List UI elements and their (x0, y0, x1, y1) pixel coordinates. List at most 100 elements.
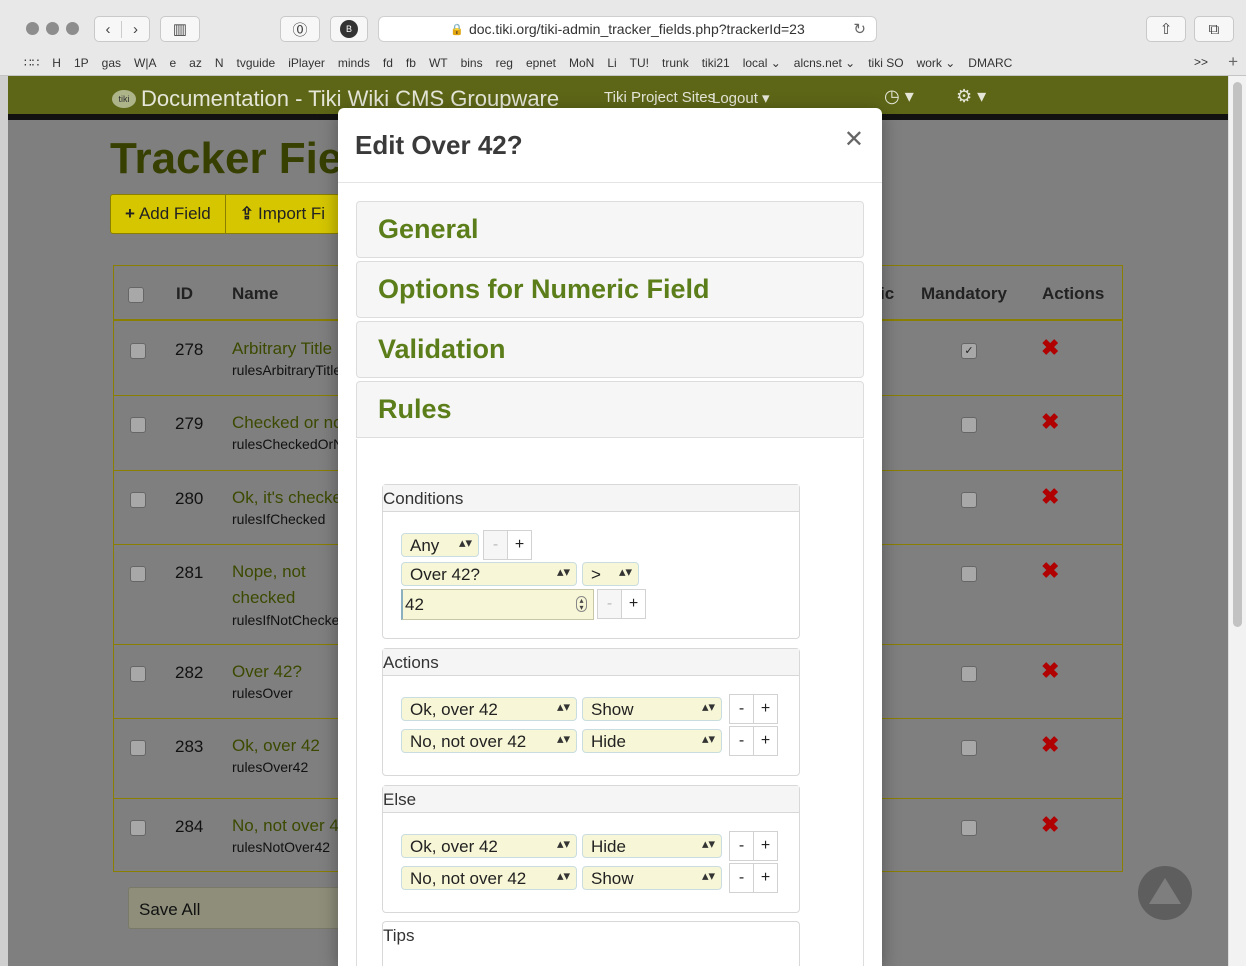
close-window-button[interactable] (26, 22, 39, 35)
delete-icon[interactable]: ✖ (1041, 335, 1059, 361)
action-remove-button[interactable]: - (729, 726, 754, 756)
bookmark-item[interactable]: MoN (569, 56, 594, 70)
scroll-to-top-button[interactable] (1138, 866, 1192, 920)
delete-icon[interactable]: ✖ (1041, 658, 1059, 684)
delete-icon[interactable]: ✖ (1041, 812, 1059, 838)
add-field-button[interactable]: + Add Field (111, 195, 226, 233)
else-add-button[interactable]: + (753, 831, 778, 861)
bookmark-item[interactable]: H (52, 56, 61, 70)
row-name-link[interactable]: Nope, not checked (232, 559, 340, 611)
action-target-select[interactable]: Ok, over 42 ▴▾ (401, 697, 577, 721)
else-remove-button[interactable]: - (729, 831, 754, 861)
bookmark-item[interactable]: tvguide (237, 56, 276, 70)
action-target-select[interactable]: No, not over 42 ▴▾ (401, 729, 577, 753)
row-name-link[interactable]: No, not over 42 (232, 813, 340, 839)
bookmark-item[interactable]: TU! (630, 56, 649, 70)
else-target-select[interactable]: Ok, over 42 ▴▾ (401, 834, 577, 858)
new-tab-plus-icon[interactable]: + (1228, 52, 1238, 72)
nav-logout[interactable]: Logout ▾ (712, 89, 770, 107)
row-name-link[interactable]: Ok, over 42 (232, 733, 340, 759)
bookmark-item[interactable]: tiki21 (702, 56, 730, 70)
bookmark-item[interactable]: DMARC (968, 56, 1012, 70)
close-icon[interactable]: ✕ (844, 128, 864, 152)
number-spinner-icon[interactable]: ▴ ▾ (576, 596, 587, 612)
save-all-button[interactable]: Save All (128, 887, 358, 929)
forward-icon[interactable]: › (122, 21, 149, 38)
value-add-button[interactable]: + (621, 589, 646, 619)
bookmark-item[interactable]: N (215, 56, 224, 70)
row-name-link[interactable]: Ok, it's checked (232, 485, 340, 511)
bookmark-item[interactable]: az (189, 56, 202, 70)
accordion-general[interactable]: General (356, 201, 864, 258)
else-remove-button[interactable]: - (729, 863, 754, 893)
row-name-link[interactable]: Arbitrary Title (232, 336, 340, 362)
condition-remove-button[interactable]: - (483, 530, 508, 560)
row-name-link[interactable]: Checked or not (232, 410, 340, 436)
bookmark-item[interactable]: W|A (134, 56, 156, 70)
row-checkbox[interactable] (130, 417, 146, 433)
page-scrollbar[interactable] (1228, 76, 1246, 966)
row-checkbox[interactable] (130, 343, 146, 359)
extension-button[interactable]: B (330, 16, 368, 42)
bookmark-item[interactable]: minds (338, 56, 370, 70)
apps-grid-icon[interactable]: ∷∷ (24, 56, 39, 70)
delete-icon[interactable]: ✖ (1041, 484, 1059, 510)
bookmarks-overflow-button[interactable]: >> (1194, 55, 1208, 69)
back-forward-buttons[interactable]: ‹ › (94, 16, 150, 42)
accordion-validation[interactable]: Validation (356, 321, 864, 378)
action-type-select[interactable]: Show ▴▾ (582, 697, 722, 721)
select-all-checkbox[interactable] (128, 287, 144, 303)
else-add-button[interactable]: + (753, 863, 778, 893)
value-remove-button[interactable]: - (597, 589, 622, 619)
bookmark-item[interactable]: 1P (74, 56, 89, 70)
condition-value-input[interactable]: 42 ▴ ▾ (401, 589, 594, 620)
row-checkbox[interactable] (130, 820, 146, 836)
else-action-select[interactable]: Hide ▴▾ (582, 834, 722, 858)
row-checkbox[interactable] (130, 566, 146, 582)
operator-select[interactable]: > ▴▾ (582, 562, 639, 586)
row-checkbox[interactable] (130, 740, 146, 756)
clock-icon[interactable]: ◷ ▾ (884, 86, 914, 107)
action-add-button[interactable]: + (753, 694, 778, 724)
row-mandatory-checkbox[interactable] (961, 566, 977, 582)
else-action-select[interactable]: Show ▴▾ (582, 866, 722, 890)
delete-icon[interactable]: ✖ (1041, 558, 1059, 584)
row-mandatory-checkbox[interactable] (961, 492, 977, 508)
condition-add-button[interactable]: + (507, 530, 532, 560)
row-mandatory-checkbox[interactable]: ✓ (961, 343, 977, 359)
back-icon[interactable]: ‹ (95, 20, 123, 38)
delete-icon[interactable]: ✖ (1041, 409, 1059, 435)
row-name-link[interactable]: Over 42? (232, 659, 340, 685)
bookmark-item[interactable]: alcns.net ⌄ (794, 56, 855, 70)
else-target-select[interactable]: No, not over 42 ▴▾ (401, 866, 577, 890)
row-mandatory-checkbox[interactable] (961, 666, 977, 682)
bookmark-item[interactable]: work ⌄ (917, 56, 956, 70)
logic-select[interactable]: Any ▴▾ (401, 533, 479, 557)
row-checkbox[interactable] (130, 492, 146, 508)
password-button[interactable]: ⓪ (280, 16, 320, 42)
share-button[interactable]: ⇧ (1146, 16, 1186, 42)
bookmark-item[interactable]: Li (607, 56, 616, 70)
bookmark-item[interactable]: tiki SO (868, 56, 903, 70)
accordion-rules[interactable]: Rules (356, 381, 864, 438)
bookmark-item[interactable]: e (169, 56, 176, 70)
row-mandatory-checkbox[interactable] (961, 740, 977, 756)
sidebar-button[interactable]: ▥ (160, 16, 200, 42)
bookmark-item[interactable]: reg (496, 56, 513, 70)
tabs-button[interactable]: ⧉ (1194, 16, 1234, 42)
row-mandatory-checkbox[interactable] (961, 417, 977, 433)
bookmark-item[interactable]: gas (102, 56, 121, 70)
delete-icon[interactable]: ✖ (1041, 732, 1059, 758)
address-bar[interactable]: 🔒 doc.tiki.org/tiki-admin_tracker_fields… (378, 16, 877, 42)
row-checkbox[interactable] (130, 666, 146, 682)
bookmark-item[interactable]: fb (406, 56, 416, 70)
reload-icon[interactable]: ↻ (853, 20, 866, 38)
nav-project-sites[interactable]: Tiki Project Sites (604, 89, 715, 106)
bookmark-item[interactable]: WT (429, 56, 448, 70)
action-type-select[interactable]: Hide ▴▾ (582, 729, 722, 753)
bookmark-item[interactable]: trunk (662, 56, 689, 70)
bookmark-item[interactable]: iPlayer (288, 56, 325, 70)
gears-icon[interactable]: ⚙ ▾ (956, 86, 986, 107)
accordion-numeric-options[interactable]: Options for Numeric Field (356, 261, 864, 318)
action-add-button[interactable]: + (753, 726, 778, 756)
